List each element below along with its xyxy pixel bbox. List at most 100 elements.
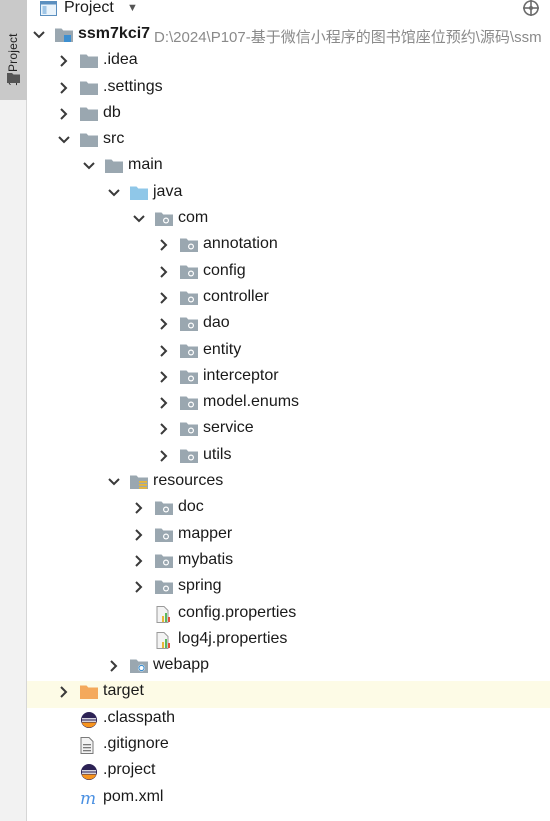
- tree-node[interactable]: model.enums: [27, 392, 550, 418]
- tree-node[interactable]: .gitignore: [27, 734, 550, 760]
- tree-node[interactable]: config.properties: [27, 603, 550, 629]
- folder-icon: [80, 132, 98, 148]
- project-tool-tab[interactable]: 1: Project: [0, 0, 27, 100]
- chevron-right-icon[interactable]: [157, 264, 171, 280]
- properties-file-icon: [155, 605, 173, 623]
- package-icon: [155, 500, 173, 516]
- tree-node-label: entity: [203, 340, 242, 358]
- tree-node[interactable]: .classpath: [27, 708, 550, 734]
- tree-node-label: main: [128, 156, 163, 174]
- tree-node[interactable]: controller: [27, 287, 550, 313]
- package-icon: [180, 290, 198, 306]
- eclipse-file-icon: [80, 763, 98, 781]
- tree-node-label: mapper: [178, 524, 233, 542]
- tree-node-label: service: [203, 419, 254, 437]
- tree-node[interactable]: dao: [27, 313, 550, 339]
- folder-icon: [80, 106, 98, 122]
- tree-node[interactable]: .project: [27, 760, 550, 786]
- tree-node-label: .project: [103, 761, 156, 779]
- tree-node[interactable]: main: [27, 155, 550, 181]
- chevron-right-icon[interactable]: [157, 316, 171, 332]
- tree-node[interactable]: ssm7kci7 D:\2024\P107-基于微信小程序的图书馆座位预约\源码\…: [27, 24, 550, 50]
- chevron-down-icon[interactable]: [107, 474, 121, 490]
- chevron-right-icon[interactable]: [132, 527, 146, 543]
- chevron-right-icon[interactable]: [157, 237, 171, 253]
- chevron-down-icon[interactable]: [32, 27, 46, 43]
- folder-icon: [80, 53, 98, 69]
- tree-node-label: config: [203, 261, 246, 279]
- chevron-right-icon[interactable]: [157, 448, 171, 464]
- tree-node-label: model.enums: [203, 393, 300, 411]
- chevron-down-icon[interactable]: [107, 185, 121, 201]
- project-view-icon: [40, 1, 57, 20]
- tree-node-label: com: [178, 209, 209, 227]
- tree-node[interactable]: utils: [27, 445, 550, 471]
- chevron-down-icon[interactable]: [132, 211, 146, 227]
- tree-node-label: java: [153, 182, 183, 200]
- view-selector-label[interactable]: Project: [64, 0, 114, 17]
- tree-node[interactable]: config: [27, 261, 550, 287]
- tree-node-label: config.properties: [178, 603, 297, 621]
- tree-node[interactable]: db: [27, 103, 550, 129]
- chevron-right-icon[interactable]: [132, 579, 146, 595]
- tree-node-label: ssm7kci7: [78, 25, 151, 42]
- tree-node[interactable]: src: [27, 129, 550, 155]
- tree-node[interactable]: mybatis: [27, 550, 550, 576]
- chevron-right-icon[interactable]: [157, 369, 171, 385]
- tree-node-label: pom.xml: [103, 787, 164, 805]
- package-icon: [155, 579, 173, 595]
- tree-node[interactable]: webapp: [27, 655, 550, 681]
- tree-node[interactable]: resources: [27, 471, 550, 497]
- tree-node-label: webapp: [153, 656, 210, 674]
- tree-node[interactable]: doc: [27, 497, 550, 523]
- chevron-down-icon[interactable]: [82, 158, 96, 174]
- tree-node[interactable]: java: [27, 182, 550, 208]
- tree-node[interactable]: interceptor: [27, 366, 550, 392]
- chevron-right-icon[interactable]: [157, 395, 171, 411]
- folder-icon: [105, 158, 123, 174]
- tree-node-label: .settings: [103, 77, 163, 95]
- chevron-right-icon[interactable]: [57, 53, 71, 69]
- package-icon: [180, 343, 198, 359]
- eclipse-file-icon: [80, 711, 98, 728]
- tree-node[interactable]: .idea: [27, 50, 550, 76]
- chevron-right-icon[interactable]: [132, 553, 146, 569]
- chevron-right-icon[interactable]: [157, 290, 171, 306]
- chevron-right-icon[interactable]: [132, 500, 146, 516]
- excluded-folder-icon: [80, 684, 98, 700]
- tree-node-label: .gitignore: [103, 735, 169, 753]
- tree-node[interactable]: mapper: [27, 524, 550, 550]
- tree-node-label: dao: [203, 314, 230, 332]
- package-icon: [180, 448, 198, 464]
- chevron-right-icon[interactable]: [57, 80, 71, 96]
- folder-icon: [80, 80, 98, 96]
- tree-node[interactable]: annotation: [27, 234, 550, 260]
- package-icon: [180, 421, 198, 437]
- tree-node-label: mybatis: [178, 550, 234, 568]
- tree-node[interactable]: spring: [27, 576, 550, 602]
- chevron-right-icon[interactable]: [107, 658, 121, 674]
- chevron-right-icon[interactable]: [157, 421, 171, 437]
- chevron-down-icon[interactable]: ▼: [127, 2, 138, 14]
- chevron-right-icon[interactable]: [157, 343, 171, 359]
- tree-node[interactable]: entity: [27, 340, 550, 366]
- tree-node[interactable]: target: [27, 681, 550, 708]
- tree-node[interactable]: m pom.xml: [27, 787, 550, 813]
- package-icon: [155, 553, 173, 569]
- tree-node-label: spring: [178, 577, 222, 595]
- chevron-right-icon[interactable]: [57, 106, 71, 122]
- locate-file-icon[interactable]: [522, 0, 540, 21]
- chevron-right-icon[interactable]: [57, 684, 71, 700]
- project-tree: ssm7kci7 D:\2024\P107-基于微信小程序的图书馆座位预约\源码\…: [27, 24, 550, 813]
- maven-icon: m: [80, 789, 98, 809]
- chevron-down-icon[interactable]: [57, 132, 71, 148]
- tree-node[interactable]: service: [27, 418, 550, 444]
- package-icon: [180, 264, 198, 280]
- tree-node-label: controller: [203, 287, 269, 305]
- package-icon: [180, 395, 198, 411]
- tree-node[interactable]: com: [27, 208, 550, 234]
- project-panel-header: Project ▼: [27, 0, 550, 19]
- tree-node[interactable]: log4j.properties: [27, 629, 550, 655]
- package-icon: [180, 316, 198, 332]
- tree-node[interactable]: .settings: [27, 77, 550, 103]
